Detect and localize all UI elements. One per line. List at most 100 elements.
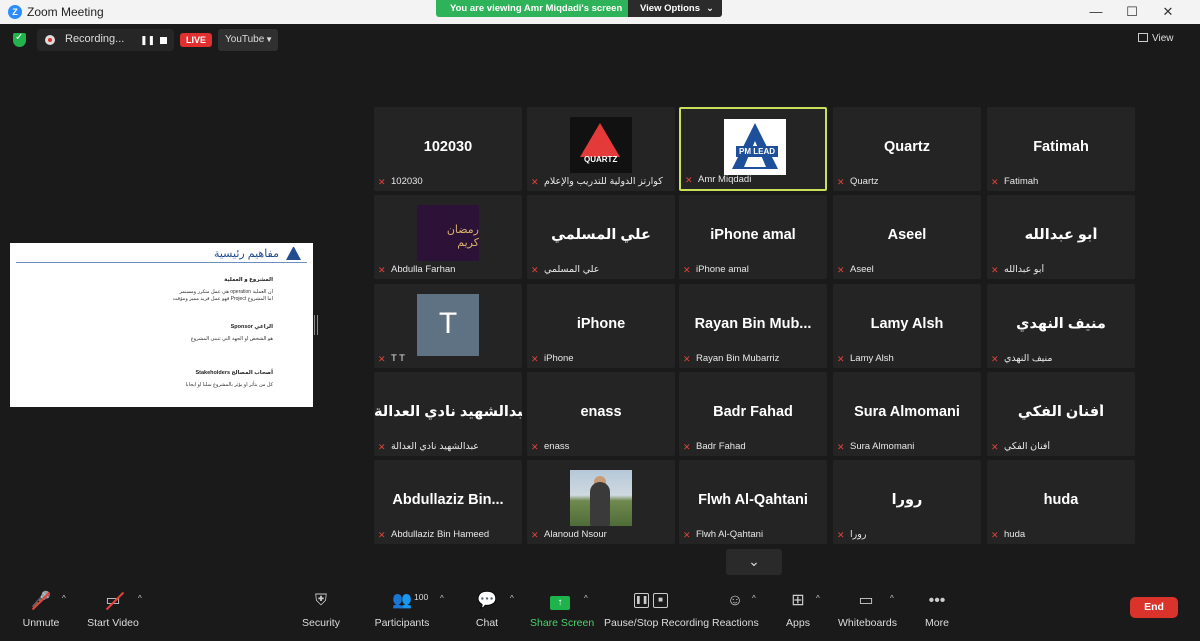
participant-tile[interactable]: Fatimah ✕ Fatimah: [987, 107, 1135, 191]
slide-text-2: هو الشخص او الجهة التي تتبنى المشروع: [190, 336, 273, 342]
participant-tile[interactable]: Flwh Al-Qahtani ✕ Flwh Al-Qahtani: [679, 460, 827, 544]
participant-name-label: ✕ Lamy Alsh: [837, 353, 977, 365]
participant-tile[interactable]: Lamy Alsh ✕ Lamy Alsh: [833, 284, 981, 368]
chat-options-caret[interactable]: ^: [510, 594, 514, 603]
participant-tile[interactable]: عبدالشهيد نادي العدالة ✕ عبدالشهيد نادي ال…: [374, 372, 522, 456]
microphone-muted-icon: ✕: [991, 530, 999, 540]
slide-heading-1: المشروع و العملية: [224, 277, 273, 283]
participant-tile[interactable]: Aseel ✕ Aseel: [833, 195, 981, 279]
audio-options-caret[interactable]: ^: [62, 594, 66, 603]
participant-tile[interactable]: iPhone ✕ iPhone: [527, 284, 675, 368]
reactions-options-caret[interactable]: ^: [752, 594, 756, 603]
slide-title: مفاهيم رئيسية: [213, 248, 279, 260]
apps-label: Apps: [786, 617, 810, 629]
share-screen-button[interactable]: ↑ Share Screen: [530, 590, 595, 629]
share-screen-label: Share Screen: [530, 617, 595, 629]
live-badge: LIVE: [180, 33, 212, 47]
more-label: More: [925, 617, 949, 629]
participant-display-name: أفنان الفكي: [1017, 404, 1105, 420]
whiteboards-options-caret[interactable]: ^: [890, 594, 894, 603]
participant-display-name: أبو عبدالله: [1024, 227, 1098, 243]
participant-display-name: Flwh Al-Qahtani: [698, 492, 808, 508]
next-page-button[interactable]: ⌄: [726, 549, 782, 575]
participant-display-name: Fatimah: [1033, 139, 1089, 155]
pause-stop-recording-button[interactable]: ❚❚ ■ Pause/Stop Recording: [604, 590, 709, 629]
apps-grid-icon: ⊞: [791, 592, 805, 609]
pause-stop-icon: ❚❚ ■: [604, 590, 698, 612]
split-drag-handle[interactable]: [314, 315, 318, 335]
unmute-button[interactable]: 🎤 Unmute: [18, 590, 64, 629]
end-meeting-button[interactable]: End: [1130, 597, 1178, 618]
participant-tile[interactable]: QUARTZ ✕ كوارتز الدولية للتدريب والإعلام: [527, 107, 675, 191]
microphone-muted-icon: ✕: [685, 175, 693, 185]
recording-label: Recording...: [65, 33, 125, 45]
participant-name: Sura Almomani: [850, 441, 915, 452]
participant-tile[interactable]: أفنان الفكي ✕ أفنان الفكي: [987, 372, 1135, 456]
participant-tile[interactable]: ✕ Alanoud Nsour: [527, 460, 675, 544]
stream-dropdown[interactable]: YouTube ▼: [218, 29, 278, 51]
microphone-muted-icon: ✕: [991, 354, 999, 364]
participant-display-name: Badr Fahad: [713, 404, 793, 420]
view-button[interactable]: View: [1138, 33, 1174, 44]
pause-icon[interactable]: ❚❚: [140, 35, 155, 46]
participant-name-label: ✕ Badr Fahad: [683, 441, 823, 453]
microphone-muted-icon: ✕: [837, 265, 845, 275]
microphone-muted-icon: ✕: [531, 442, 539, 452]
layout-icon: [1138, 33, 1148, 42]
unmute-label: Unmute: [22, 617, 60, 629]
participant-tile[interactable]: أبو عبدالله ✕ أبو عبدالله: [987, 195, 1135, 279]
participant-name-label: ✕ 102030: [378, 176, 518, 188]
participant-tile[interactable]: علي المسلمي ✕ علي المسلمي: [527, 195, 675, 279]
participant-tile[interactable]: PM LEAD ✕ Amr Miqdadi: [679, 107, 827, 191]
participant-name-label: ✕ رورا: [837, 529, 977, 541]
chat-button[interactable]: 💬 Chat: [472, 590, 502, 629]
share-options-caret[interactable]: ^: [584, 594, 588, 603]
participant-name-label: ✕ Aseel: [837, 264, 977, 276]
participants-options-caret[interactable]: ^: [440, 594, 444, 603]
avatar-logo-text: QUARTZ: [584, 155, 618, 164]
participant-tile[interactable]: Abdullaziz Bin... ✕ Abdullaziz Bin Hameed: [374, 460, 522, 544]
microphone-muted-icon: ✕: [378, 177, 386, 187]
participant-name: Abdulla Farhan: [391, 264, 456, 275]
participant-tile[interactable]: huda ✕ huda: [987, 460, 1135, 544]
participant-tile[interactable]: رمضان كريم ✕ Abdulla Farhan: [374, 195, 522, 279]
close-button[interactable]: ✕: [1158, 4, 1178, 20]
start-video-button[interactable]: ▭ Start Video: [86, 590, 140, 629]
video-options-caret[interactable]: ^: [138, 594, 142, 603]
participant-tile[interactable]: Rayan Bin Mub... ✕ Rayan Bin Mubarriz: [679, 284, 827, 368]
stop-icon[interactable]: [160, 37, 167, 44]
participant-name: enass: [544, 441, 570, 452]
participant-name: T T: [391, 353, 405, 364]
participant-tile[interactable]: enass ✕ enass: [527, 372, 675, 456]
shield-icon[interactable]: [13, 32, 26, 47]
minimize-button[interactable]: —: [1086, 4, 1106, 19]
view-options-button[interactable]: View Options ⌄: [628, 0, 722, 17]
microphone-muted-icon: ✕: [837, 442, 845, 452]
participant-tile[interactable]: Sura Almomani ✕ Sura Almomani: [833, 372, 981, 456]
participant-tile[interactable]: رورا ✕ رورا: [833, 460, 981, 544]
maximize-button[interactable]: ☐: [1122, 4, 1142, 20]
participant-tile[interactable]: T ✕ T T: [374, 284, 522, 368]
whiteboards-label: Whiteboards: [838, 617, 897, 629]
participant-name-label: ✕ Flwh Al-Qahtani: [683, 529, 823, 541]
start-video-label: Start Video: [87, 617, 139, 629]
participant-name-label: ✕ كوارتز الدولية للتدريب والإعلام: [531, 176, 671, 188]
participant-display-name: Abdullaziz Bin...: [392, 492, 504, 508]
participant-tile[interactable]: iPhone amal ✕ iPhone amal: [679, 195, 827, 279]
security-button[interactable]: ⛨ Security: [300, 590, 342, 629]
participant-name-label: ✕ iPhone: [531, 353, 671, 365]
participant-tile[interactable]: Badr Fahad ✕ Badr Fahad: [679, 372, 827, 456]
microphone-muted-icon: 🎤: [18, 590, 64, 612]
whiteboards-button[interactable]: ▭ Whiteboards: [838, 590, 897, 629]
participant-name-label: ✕ Quartz: [837, 176, 977, 188]
apps-button[interactable]: ⊞ Apps: [784, 590, 812, 629]
apps-options-caret[interactable]: ^: [816, 594, 820, 603]
avatar-logo-text: رمضان كريم: [446, 224, 479, 249]
microphone-muted-icon: ✕: [991, 442, 999, 452]
participant-display-name: Sura Almomani: [854, 404, 960, 420]
participant-display-name: Aseel: [887, 227, 927, 243]
participant-tile[interactable]: 102030 ✕ 102030: [374, 107, 522, 191]
participant-tile[interactable]: منيف النهدي ✕ منيف النهدي: [987, 284, 1135, 368]
more-button[interactable]: ••• More: [922, 590, 952, 629]
participant-tile[interactable]: Quartz ✕ Quartz: [833, 107, 981, 191]
